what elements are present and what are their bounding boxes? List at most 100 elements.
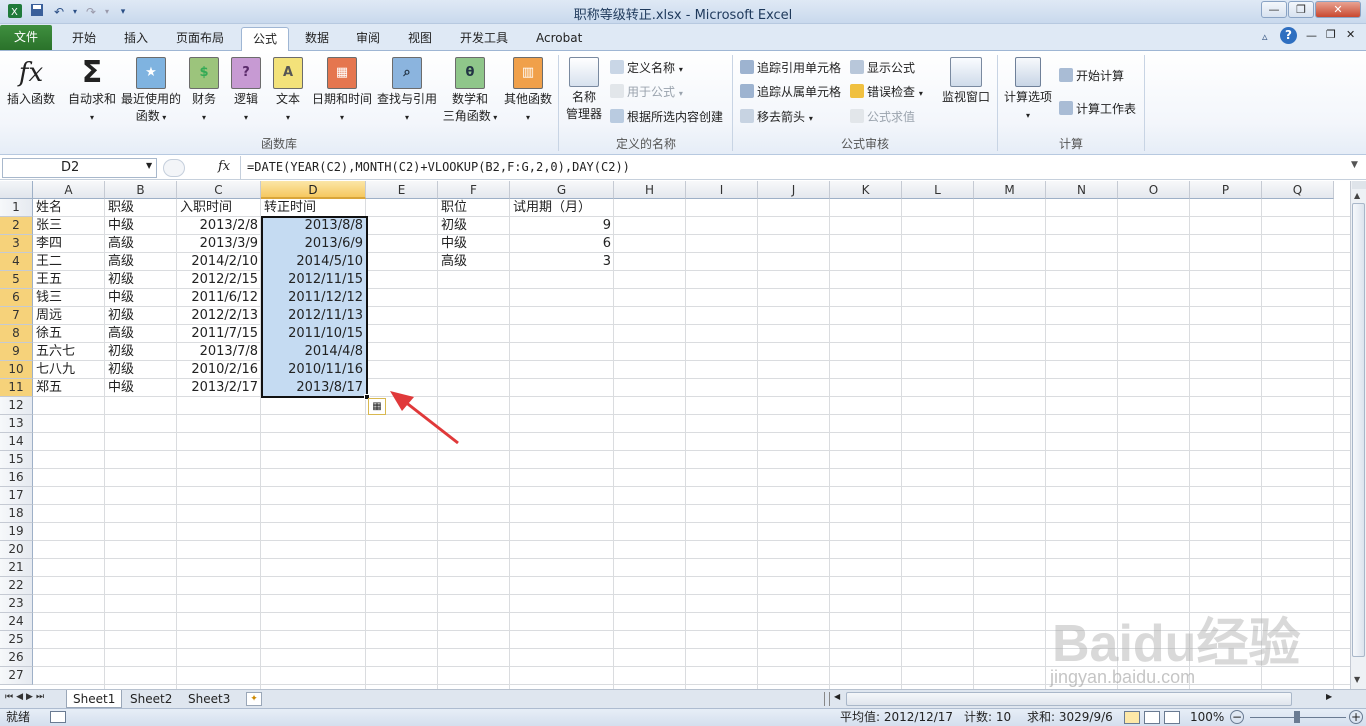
- scroll-right-icon[interactable]: ▶: [1326, 692, 1332, 701]
- column-header-m[interactable]: M: [974, 181, 1046, 199]
- lookup-button[interactable]: ⌕ 查找与引用 ▾: [376, 57, 438, 126]
- header-cell[interactable]: 职级: [105, 199, 177, 217]
- row-header-14[interactable]: 14: [0, 433, 33, 451]
- lookup-header-cell[interactable]: 职位: [438, 199, 510, 217]
- row-header-26[interactable]: 26: [0, 649, 33, 667]
- select-all-corner[interactable]: [0, 181, 33, 199]
- show-formulas-button[interactable]: 显示公式: [850, 60, 915, 76]
- table-cell[interactable]: 2013/2/17: [177, 379, 261, 397]
- row-header-10[interactable]: 10: [0, 361, 33, 379]
- column-header-o[interactable]: O: [1118, 181, 1190, 199]
- table-cell[interactable]: 初级: [105, 361, 177, 379]
- tab-page-layout[interactable]: 页面布局: [165, 27, 235, 51]
- lookup-cell[interactable]: 初级: [438, 217, 510, 235]
- row-header-12[interactable]: 12: [0, 397, 33, 415]
- define-name-button[interactable]: 定义名称 ▾: [610, 60, 683, 78]
- table-cell[interactable]: 2012/2/13: [177, 307, 261, 325]
- sheet-tab-3[interactable]: Sheet3: [182, 690, 236, 708]
- lookup-header-cell[interactable]: 试用期（月）: [510, 199, 614, 217]
- column-header-b[interactable]: B: [105, 181, 177, 199]
- header-cell[interactable]: 入职时间: [177, 199, 261, 217]
- create-from-selection-button[interactable]: 根据所选内容创建: [610, 109, 723, 125]
- column-header-d[interactable]: D: [261, 181, 366, 199]
- column-header-f[interactable]: F: [438, 181, 510, 199]
- error-checking-button[interactable]: 错误检查 ▾: [850, 84, 923, 102]
- table-cell[interactable]: 五六七: [33, 343, 105, 361]
- column-header-e[interactable]: E: [366, 181, 438, 199]
- zoom-in-icon[interactable]: +: [1349, 710, 1363, 724]
- column-header-j[interactable]: J: [758, 181, 830, 199]
- row-header-20[interactable]: 20: [0, 541, 33, 559]
- evaluate-formula-button[interactable]: 公式求值: [850, 109, 915, 125]
- table-cell[interactable]: 初级: [105, 343, 177, 361]
- row-header-6[interactable]: 6: [0, 289, 33, 307]
- row-header-19[interactable]: 19: [0, 523, 33, 541]
- datetime-button[interactable]: ▦ 日期和时间 ▾: [311, 57, 373, 126]
- sheet-tab-1[interactable]: Sheet1: [66, 690, 123, 708]
- worksheet-grid[interactable]: ABCDEFGHIJKLMNOPQ 1 2 3 4 5 6 7 8 9 10 11 12 13 14 15 1…: [0, 181, 1350, 689]
- table-cell[interactable]: 王五: [33, 271, 105, 289]
- row-header-1[interactable]: 1: [0, 199, 33, 217]
- table-cell[interactable]: 中级: [105, 289, 177, 307]
- collapse-ribbon-icon[interactable]: ▵: [1262, 30, 1268, 43]
- scroll-left-icon[interactable]: ◀: [834, 692, 840, 701]
- row-header-9[interactable]: 9: [0, 343, 33, 361]
- tab-review[interactable]: 审阅: [345, 27, 391, 51]
- tab-view[interactable]: 视图: [397, 27, 443, 51]
- column-header-q[interactable]: Q: [1262, 181, 1334, 199]
- autosum-button[interactable]: Σ 自动求和 ▾: [66, 57, 118, 126]
- recent-functions-button[interactable]: ★ 最近使用的 函数 ▾: [120, 57, 182, 126]
- table-cell[interactable]: 钱三: [33, 289, 105, 307]
- math-trig-button[interactable]: θ 数学和 三角函数 ▾: [441, 57, 499, 126]
- remove-arrows-button[interactable]: 移去箭头 ▾: [740, 109, 813, 127]
- table-cell[interactable]: 2014/2/10: [177, 253, 261, 271]
- insert-sheet-icon[interactable]: ✦: [246, 692, 262, 706]
- watch-window-button[interactable]: 监视窗口: [938, 57, 994, 106]
- table-cell[interactable]: 2011/7/15: [177, 325, 261, 343]
- row-header-3[interactable]: 3: [0, 235, 33, 253]
- row-header-25[interactable]: 25: [0, 631, 33, 649]
- row-header-8[interactable]: 8: [0, 325, 33, 343]
- row-header-17[interactable]: 17: [0, 487, 33, 505]
- table-cell[interactable]: 初级: [105, 271, 177, 289]
- zoom-level[interactable]: 100%: [1190, 709, 1224, 726]
- calc-options-button[interactable]: 计算选项 ▾: [1001, 57, 1055, 124]
- column-header-l[interactable]: L: [902, 181, 974, 199]
- header-cell[interactable]: 转正时间: [261, 199, 366, 217]
- row-header-7[interactable]: 7: [0, 307, 33, 325]
- doc-close-icon[interactable]: ✕: [1346, 28, 1355, 41]
- zoom-out-icon[interactable]: −: [1230, 710, 1244, 724]
- trace-precedents-button[interactable]: 追踪引用单元格: [740, 60, 841, 76]
- scroll-up-icon[interactable]: ▲: [1354, 191, 1360, 200]
- logical-button[interactable]: ? 逻辑 ▾: [228, 57, 264, 126]
- tab-insert[interactable]: 插入: [113, 27, 159, 51]
- table-cell[interactable]: 王二: [33, 253, 105, 271]
- table-cell[interactable]: 2011/6/12: [177, 289, 261, 307]
- tab-file[interactable]: 文件: [0, 25, 53, 50]
- record-macro-icon[interactable]: [50, 711, 66, 723]
- column-header-i[interactable]: I: [686, 181, 758, 199]
- help-icon[interactable]: ?: [1280, 27, 1297, 44]
- row-header-2[interactable]: 2: [0, 217, 33, 235]
- tab-acrobat[interactable]: Acrobat: [525, 27, 593, 51]
- trace-dependents-button[interactable]: 追踪从属单元格: [740, 84, 841, 100]
- tab-formulas[interactable]: 公式: [241, 27, 290, 52]
- row-header-23[interactable]: 23: [0, 595, 33, 613]
- vertical-scrollbar[interactable]: ▲ ▼: [1350, 181, 1366, 689]
- zoom-slider-thumb[interactable]: [1294, 711, 1300, 723]
- table-cell[interactable]: 2013/3/9: [177, 235, 261, 253]
- sheet-tab-2[interactable]: Sheet2: [124, 690, 178, 708]
- row-header-4[interactable]: 4: [0, 253, 33, 271]
- minimize-button[interactable]: —: [1261, 1, 1287, 18]
- close-button[interactable]: ✕: [1315, 1, 1361, 18]
- calc-sheet-button[interactable]: 计算工作表: [1059, 101, 1136, 117]
- name-manager-button[interactable]: 名称 管理器: [563, 57, 605, 123]
- more-functions-button[interactable]: ▥ 其他函数 ▾: [502, 57, 554, 126]
- tab-home[interactable]: 开始: [61, 27, 107, 51]
- column-header-k[interactable]: K: [830, 181, 902, 199]
- table-cell[interactable]: 初级: [105, 307, 177, 325]
- doc-restore-icon[interactable]: ❐: [1326, 28, 1336, 41]
- restore-button[interactable]: ❐: [1288, 1, 1314, 18]
- table-cell[interactable]: 张三: [33, 217, 105, 235]
- header-cell[interactable]: 姓名: [33, 199, 105, 217]
